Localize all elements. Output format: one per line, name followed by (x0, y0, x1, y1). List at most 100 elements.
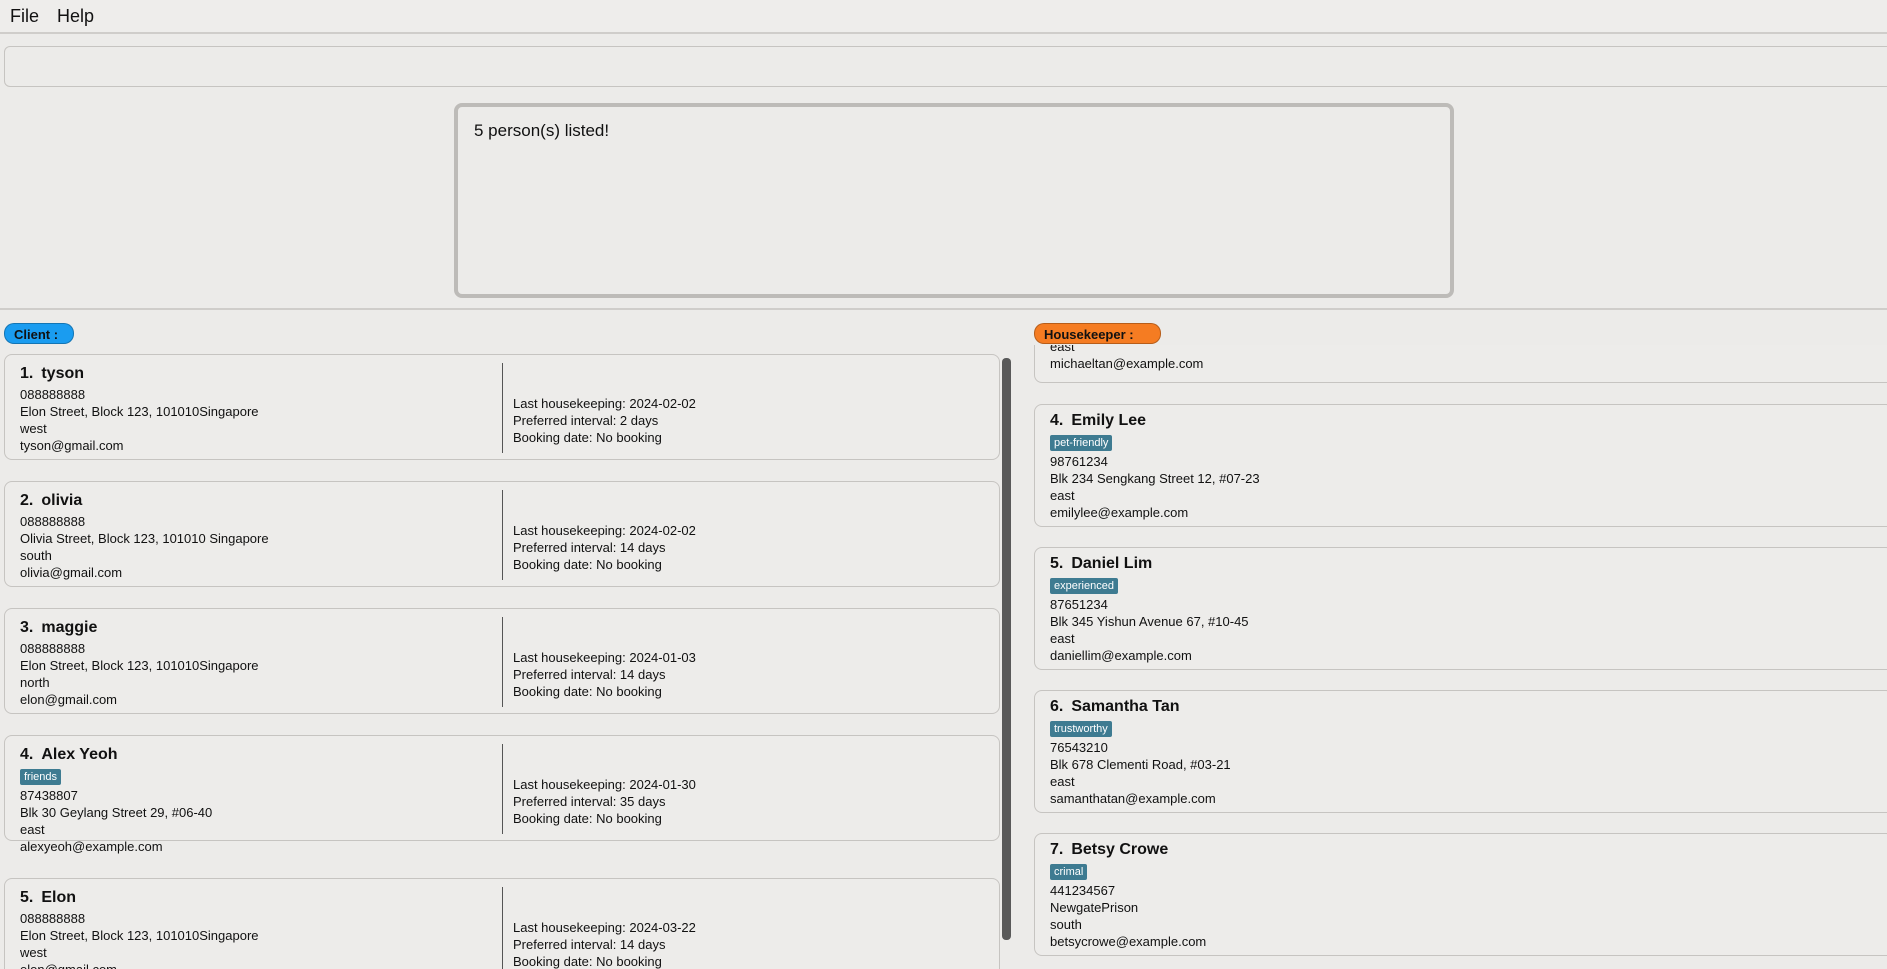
housekeeper-phone: 76543210 (1050, 740, 1108, 755)
card-separator (502, 363, 503, 453)
housekeeper-panel-title: Housekeeper : (1034, 323, 1161, 344)
client-region: south (20, 548, 52, 563)
client-name-line: 2. olivia (20, 492, 500, 510)
client-name-line: 4. Alex Yeoh (20, 746, 500, 764)
menu-file[interactable]: File (10, 6, 39, 27)
housekeeper-index: 7. (1050, 841, 1064, 858)
housekeeper-name: Betsy Crowe (1071, 841, 1169, 858)
housekeeper-email: daniellim@example.com (1050, 648, 1192, 663)
client-booking-date: Booking date: No booking (513, 684, 662, 699)
client-list[interactable]: 1. tyson 088888888 Elon Street, Block 123… (4, 354, 1000, 969)
housekeeper-phone: 87651234 (1050, 597, 1108, 612)
client-name: tyson (41, 365, 85, 382)
client-email: tyson@gmail.com (20, 438, 124, 453)
client-address: Elon Street, Block 123, 101010Singapore (20, 658, 259, 673)
client-preferred-interval: Preferred interval: 14 days (513, 667, 666, 682)
housekeeper-index: 5. (1050, 555, 1064, 572)
client-card[interactable]: 2. olivia 088888888 Olivia Street, Block … (4, 481, 1000, 587)
client-address: Elon Street, Block 123, 101010Singapore (20, 928, 259, 943)
client-schedule: Last housekeeping: 2024-01-30 Preferred … (513, 776, 696, 827)
housekeeper-tag: experienced (1050, 578, 1118, 594)
housekeeper-address: Blk 234 Sengkang Street 12, #07-23 (1050, 471, 1260, 486)
client-last-housekeeping: Last housekeeping: 2024-02-02 (513, 396, 696, 411)
client-tag: friends (20, 769, 62, 785)
housekeeper-card[interactable]: 4. Emily Lee pet-friendly 98761234 Blk 23… (1034, 404, 1887, 527)
client-card[interactable]: 3. maggie 088888888 Elon Street, Block 12… (4, 608, 1000, 714)
client-phone: 87438807 (20, 788, 78, 803)
housekeeper-email: samanthatan@example.com (1050, 791, 1216, 806)
client-address: Olivia Street, Block 123, 101010 Singapo… (20, 531, 269, 546)
client-last-housekeeping: Last housekeeping: 2024-01-30 (513, 777, 696, 792)
housekeeper-card[interactable]: east michaeltan@example.com (1034, 345, 1887, 383)
client-index: 2. (20, 492, 34, 509)
housekeeper-name-line: 5. Daniel Lim (1050, 555, 1878, 573)
client-name-line: 5. Elon (20, 889, 500, 907)
housekeeper-region: east (1050, 774, 1075, 789)
client-index: 3. (20, 619, 34, 636)
client-name-line: 1. tyson (20, 365, 500, 383)
client-name: olivia (41, 492, 83, 509)
housekeeper-list[interactable]: east michaeltan@example.com 4. Emily Lee … (1034, 345, 1887, 969)
housekeeper-region: east (1050, 488, 1075, 503)
client-booking-date: Booking date: No booking (513, 954, 662, 969)
housekeeper-region: east (1050, 631, 1075, 646)
client-card[interactable]: 5. Elon 088888888 Elon Street, Block 123,… (4, 878, 1000, 969)
client-email: olivia@gmail.com (20, 565, 123, 580)
client-info: 4. Alex Yeoh friends 87438807 Blk 30 Geyl… (20, 746, 500, 855)
menu-bar: File Help (0, 0, 1887, 34)
client-schedule: Last housekeeping: 2024-03-22 Preferred … (513, 919, 696, 969)
client-name: Alex Yeoh (41, 746, 118, 763)
client-card[interactable]: 1. tyson 088888888 Elon Street, Block 123… (4, 354, 1000, 460)
client-last-housekeeping: Last housekeeping: 2024-01-03 (513, 650, 696, 665)
housekeeper-tag: crimal (1050, 864, 1088, 880)
housekeeper-card[interactable]: 7. Betsy Crowe crimal 441234567 NewgatePr… (1034, 833, 1887, 956)
result-message: 5 person(s) listed! (474, 121, 610, 140)
housekeeper-email: betsycrowe@example.com (1050, 934, 1207, 949)
client-card[interactable]: 4. Alex Yeoh friends 87438807 Blk 30 Geyl… (4, 735, 1000, 854)
client-schedule: Last housekeeping: 2024-02-02 Preferred … (513, 522, 696, 573)
client-email: elon@gmail.com (20, 692, 118, 707)
housekeeper-name-line: 6. Samantha Tan (1050, 698, 1878, 716)
client-preferred-interval: Preferred interval: 14 days (513, 540, 666, 555)
housekeeper-address: Blk 678 Clementi Road, #03-21 (1050, 757, 1231, 772)
client-phone: 088888888 (20, 641, 86, 656)
housekeeper-index: 4. (1050, 412, 1064, 429)
client-phone: 088888888 (20, 514, 86, 529)
housekeeper-address: NewgatePrison (1050, 900, 1139, 915)
client-region: north (20, 675, 50, 690)
client-schedule: Last housekeeping: 2024-02-02 Preferred … (513, 395, 696, 446)
client-booking-date: Booking date: No booking (513, 557, 662, 572)
housekeeper-region: south (1050, 917, 1082, 932)
result-display: 5 person(s) listed! (454, 103, 1454, 298)
command-input[interactable] (5, 47, 1887, 86)
housekeeper-card[interactable]: 5. Daniel Lim experienced 87651234 Blk 34… (1034, 547, 1887, 670)
housekeeper-index: 6. (1050, 698, 1064, 715)
card-separator (502, 744, 503, 834)
menu-help[interactable]: Help (57, 6, 94, 27)
client-info: 1. tyson 088888888 Elon Street, Block 123… (20, 365, 500, 454)
housekeeper-address: Blk 345 Yishun Avenue 67, #10-45 (1050, 614, 1249, 629)
housekeeper-region: east (1050, 345, 1075, 354)
client-booking-date: Booking date: No booking (513, 430, 662, 445)
client-info: 5. Elon 088888888 Elon Street, Block 123,… (20, 889, 500, 969)
housekeeper-name: Daniel Lim (1071, 555, 1153, 572)
client-email: alexyeoh@example.com (20, 839, 163, 854)
card-separator (502, 617, 503, 707)
housekeeper-card[interactable]: 6. Samantha Tan trustworthy 76543210 Blk … (1034, 690, 1887, 813)
housekeeper-name-line: 4. Emily Lee (1050, 412, 1878, 430)
client-panel-title: Client : (4, 323, 74, 344)
housekeeper-email: emilylee@example.com (1050, 505, 1189, 520)
divider (0, 308, 1887, 310)
housekeeper-phone: 98761234 (1050, 454, 1108, 469)
client-index: 4. (20, 746, 34, 763)
client-list-scrollbar[interactable] (1002, 358, 1011, 940)
housekeeper-name: Samantha Tan (1071, 698, 1180, 715)
housekeeper-name: Emily Lee (1071, 412, 1147, 429)
client-index: 5. (20, 889, 34, 906)
client-phone: 088888888 (20, 911, 86, 926)
housekeeper-tag: trustworthy (1050, 721, 1112, 737)
client-info: 3. maggie 088888888 Elon Street, Block 12… (20, 619, 500, 708)
client-schedule: Last housekeeping: 2024-01-03 Preferred … (513, 649, 696, 700)
client-booking-date: Booking date: No booking (513, 811, 662, 826)
card-separator (502, 887, 503, 969)
